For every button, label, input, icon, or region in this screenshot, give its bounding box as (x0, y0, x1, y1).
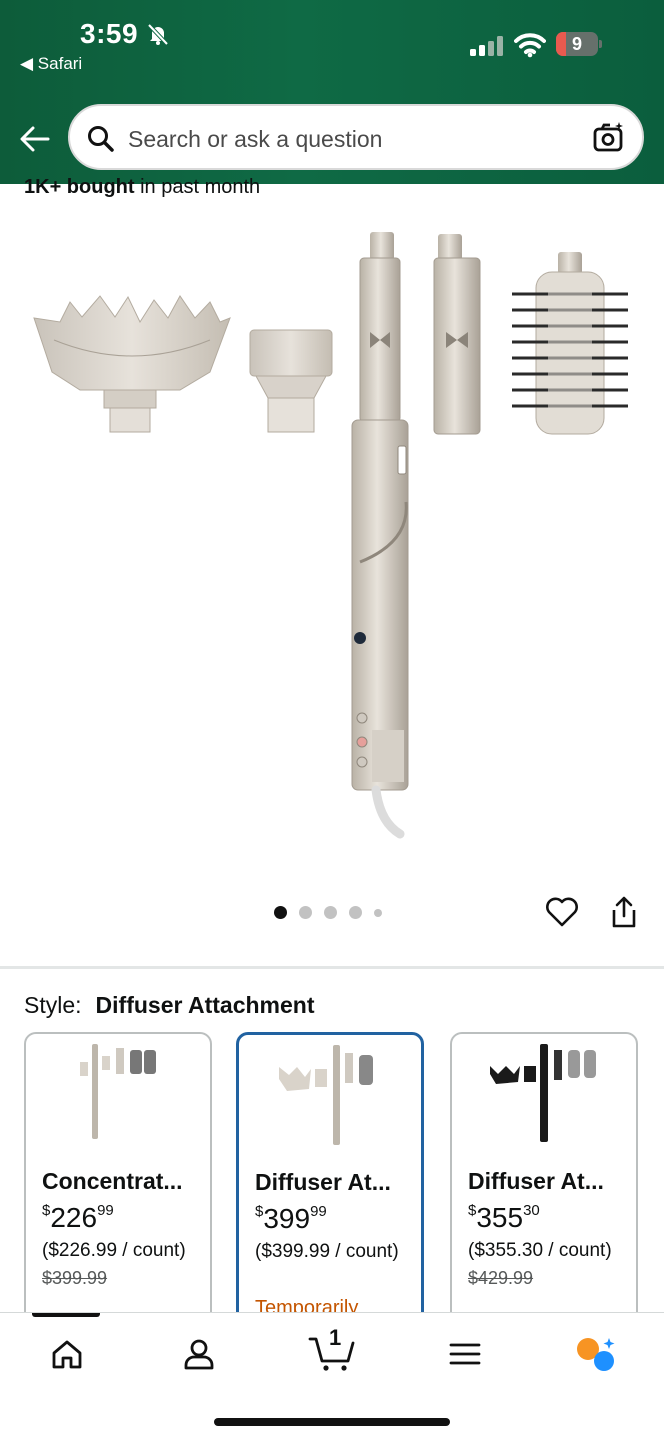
search-bar[interactable]: Search or ask a question (68, 104, 644, 170)
image-carousel-dots[interactable] (274, 906, 382, 919)
variant-unit-price: ($355.30 / count) (468, 1240, 612, 1261)
section-divider (0, 966, 664, 969)
battery-level: 9 (571, 34, 582, 54)
variant-list-price: $429.99 (468, 1268, 534, 1288)
carousel-dot[interactable] (299, 906, 312, 919)
style-option-card[interactable]: Concentrat... $22699 ($226.99 / count) $… (24, 1032, 212, 1332)
search-icon (88, 126, 114, 152)
wishlist-heart-icon[interactable] (544, 894, 580, 930)
style-option-card[interactable]: Diffuser At... $35530 ($355.30 / count) … (450, 1032, 638, 1332)
share-icon[interactable] (608, 894, 640, 930)
variant-list-price: $399.99 (42, 1268, 108, 1288)
rufus-assistant-icon[interactable] (574, 1335, 618, 1375)
search-input[interactable]: Search or ask a question (128, 126, 382, 153)
carousel-dot[interactable] (274, 906, 287, 919)
battery-indicator: 9 (556, 32, 602, 56)
carousel-dot[interactable] (324, 906, 337, 919)
variant-thumbnail (80, 1044, 156, 1139)
variant-price: $35530 (468, 1202, 540, 1233)
account-icon[interactable] (180, 1335, 218, 1373)
status-time: 3:59 (80, 18, 139, 49)
carousel-dot[interactable] (374, 908, 382, 917)
bought-count: 1K+ bought in past month (24, 176, 261, 198)
variant-name: Diffuser At... (255, 1169, 391, 1195)
selected-style-name: Diffuser Attachment (95, 992, 315, 1018)
round-brush-image (512, 252, 628, 435)
back-to-safari-link[interactable]: ◀ Safari (20, 54, 82, 74)
style-selector-label: Style: Diffuser Attachment (24, 992, 315, 1018)
style-option-card-selected[interactable]: Diffuser At... $39999 ($399.99 / count) … (236, 1032, 424, 1332)
variant-unit-price: ($399.99 / count) (255, 1241, 399, 1262)
back-arrow-icon[interactable] (18, 122, 52, 156)
carousel-dot[interactable] (349, 906, 362, 919)
variant-name: Concentrat... (42, 1168, 183, 1194)
silent-bell-icon (147, 23, 169, 46)
product-image[interactable] (20, 222, 644, 852)
cart-count: 1 (329, 1325, 342, 1350)
styler-handle-image (351, 232, 409, 839)
variant-price: $22699 (42, 1202, 114, 1233)
wifi-icon (514, 33, 546, 58)
cart-button[interactable]: 1 (308, 1325, 358, 1373)
concentrator-attachment-image (249, 329, 333, 433)
cellular-signal-icon (470, 36, 503, 56)
variant-thumbnail (490, 1044, 596, 1142)
diffuser-attachment-image (33, 295, 231, 433)
variant-price: $39999 (255, 1203, 327, 1234)
variant-thumbnail (279, 1045, 373, 1145)
home-icon[interactable] (48, 1335, 86, 1373)
curling-barrel-image (433, 234, 481, 435)
variant-name: Diffuser At... (468, 1168, 604, 1194)
variant-unit-price: ($226.99 / count) (42, 1240, 186, 1261)
home-indicator (214, 1418, 450, 1426)
active-tab-indicator (32, 1313, 100, 1317)
top-header: 3:59 ◀ Safari 9 Search or ask a question (0, 0, 664, 184)
camera-search-icon[interactable] (592, 120, 626, 154)
menu-icon[interactable] (446, 1335, 484, 1373)
